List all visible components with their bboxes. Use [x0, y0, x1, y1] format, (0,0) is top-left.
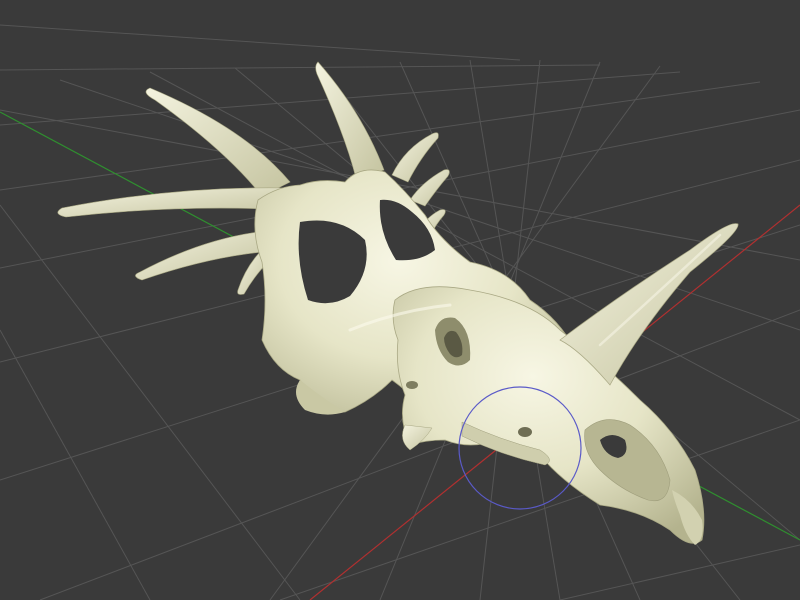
- 3d-viewport[interactable]: [0, 0, 800, 600]
- cheek-opening: [406, 381, 418, 389]
- jaw-opening: [518, 427, 532, 437]
- viewport-canvas[interactable]: [0, 0, 800, 600]
